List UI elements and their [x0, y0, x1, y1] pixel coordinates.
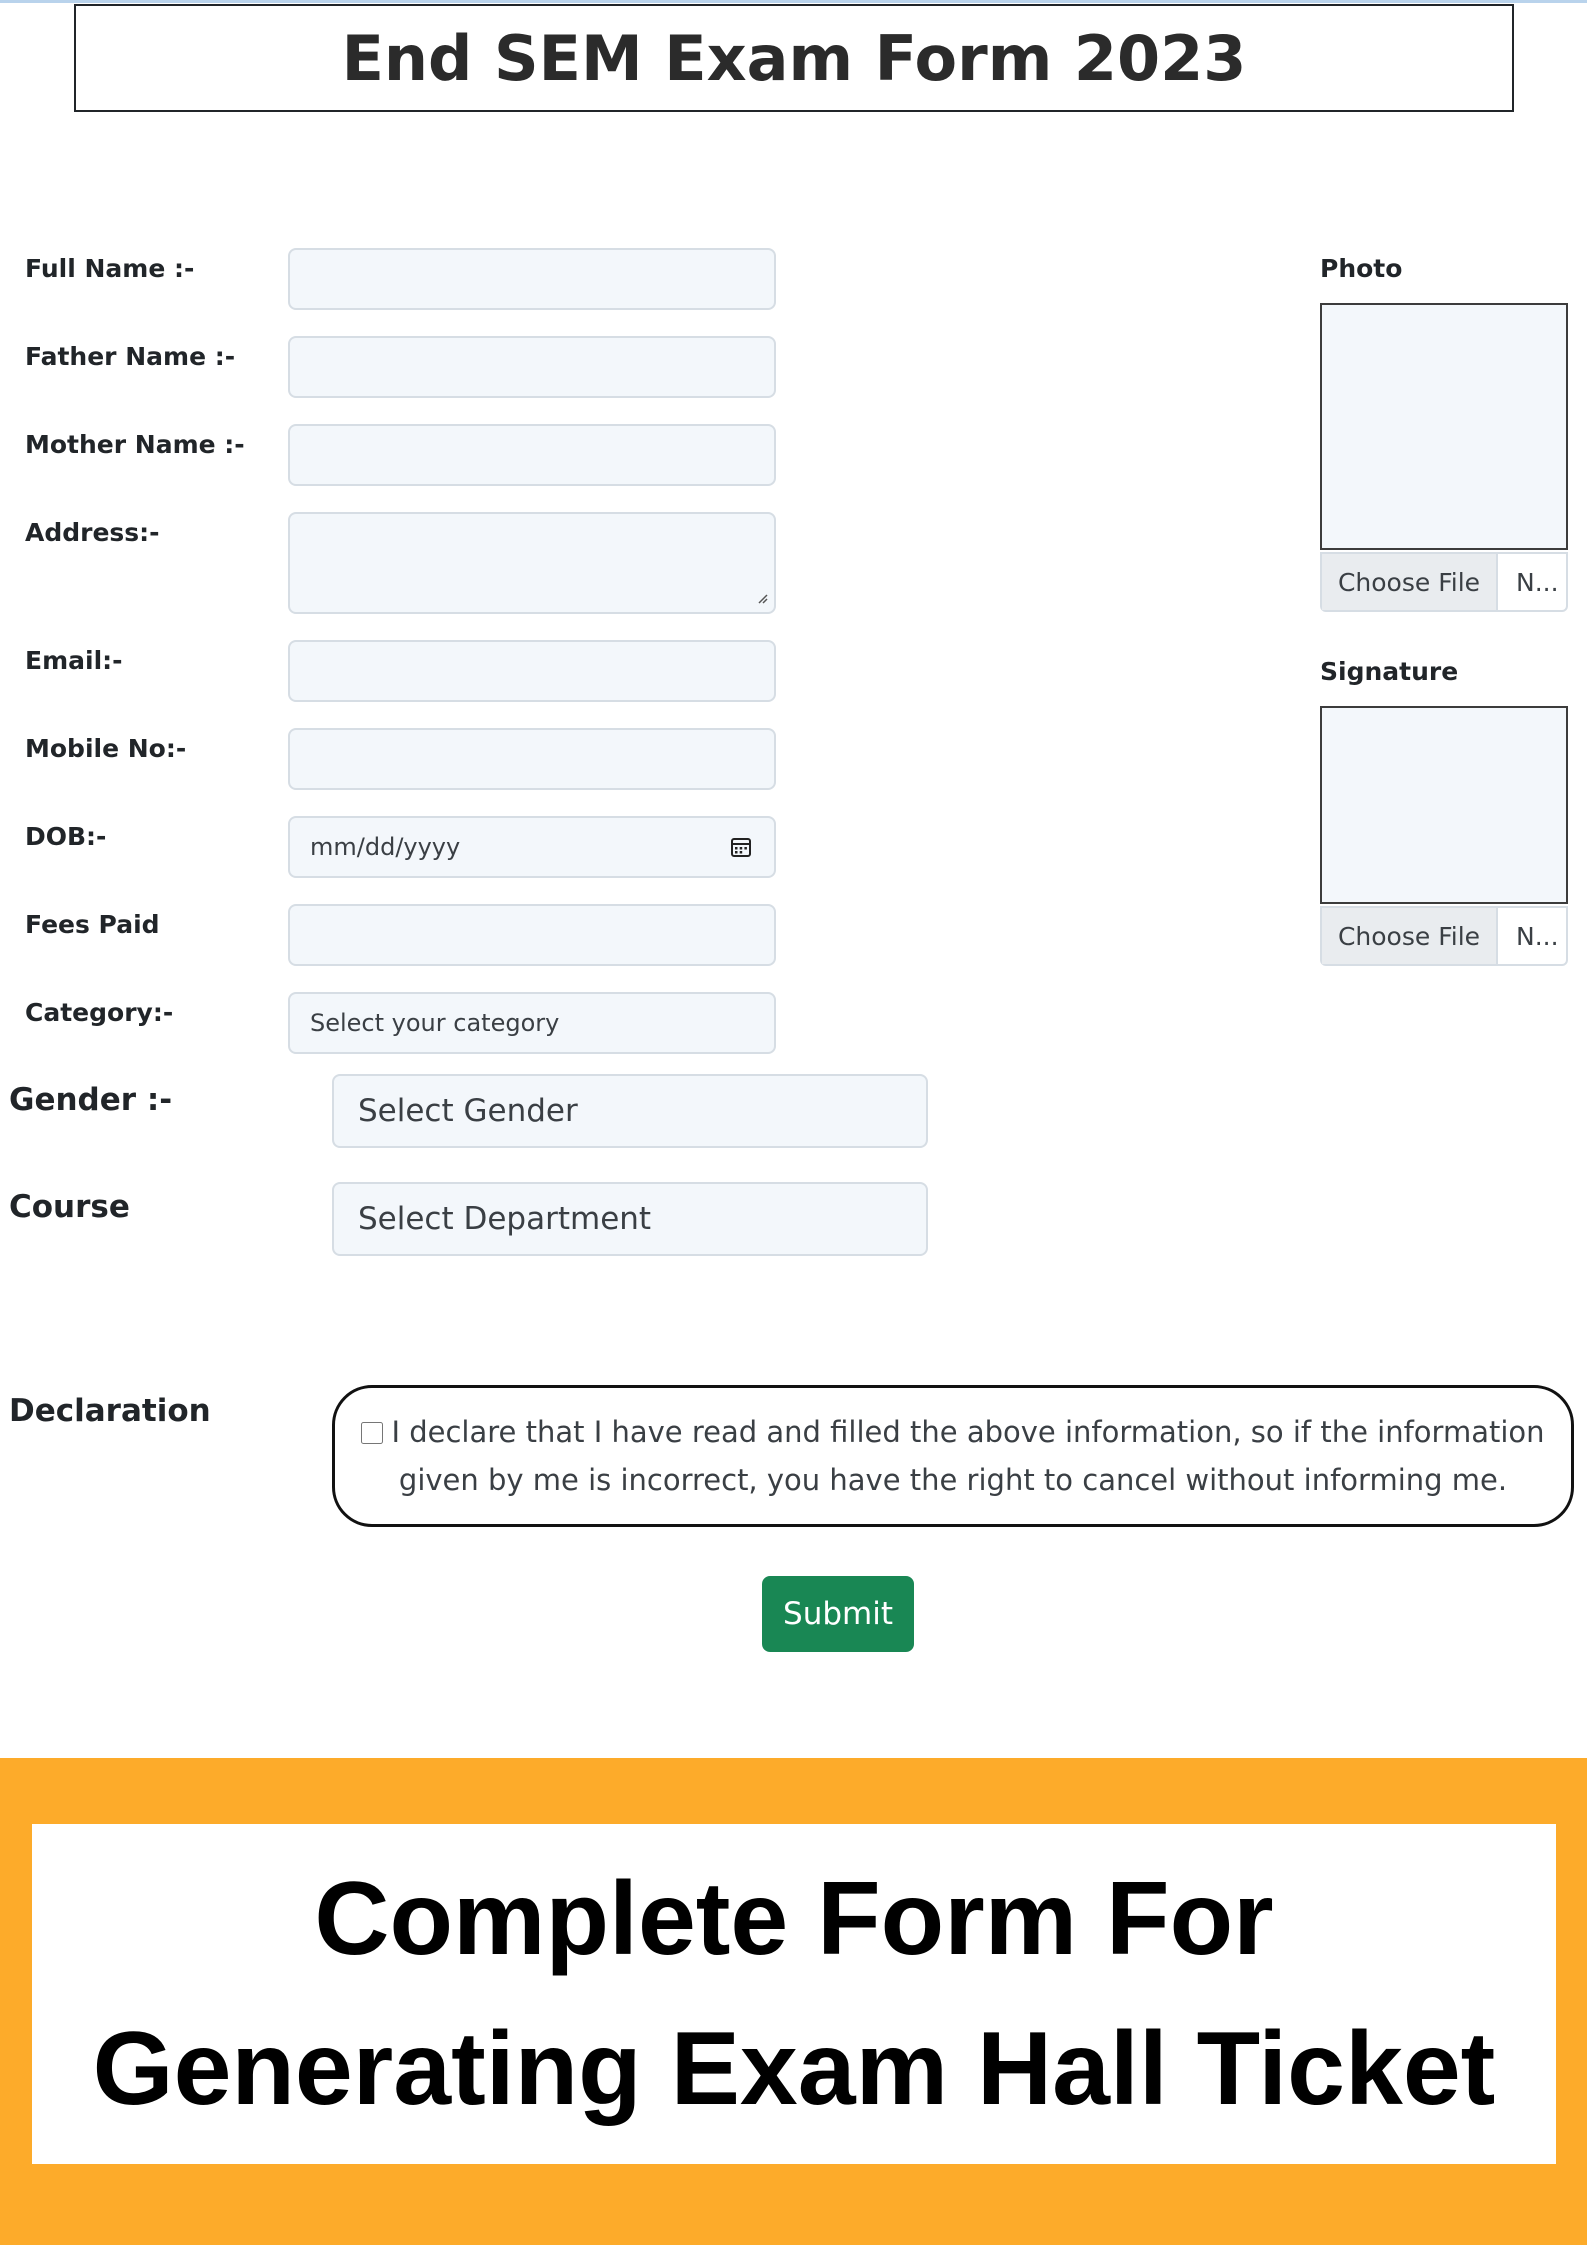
email-input[interactable]	[288, 640, 776, 702]
declaration-box: I declare that I have read and filled th…	[332, 1385, 1574, 1527]
photo-label: Photo	[1320, 254, 1403, 283]
address-textarea[interactable]	[288, 512, 776, 614]
gender-label: Gender :-	[9, 1082, 173, 1118]
photo-file-name: N...	[1516, 567, 1559, 597]
signature-choose-file-button[interactable]: Choose File	[1322, 908, 1498, 964]
photo-choose-file-button[interactable]: Choose File	[1322, 554, 1498, 610]
father-name-label: Father Name :-	[25, 342, 236, 371]
mobile-label: Mobile No:-	[25, 734, 187, 763]
category-select[interactable]: Select your category	[288, 992, 776, 1054]
full-name-input[interactable]	[288, 248, 776, 310]
page-title: End SEM Exam Form 2023	[341, 21, 1247, 95]
dob-input[interactable]: mm/dd/yyyy	[288, 816, 776, 878]
email-label: Email:-	[25, 646, 123, 675]
banner-line-1: Complete Form For	[314, 1861, 1274, 1977]
category-selected-value: Select your category	[310, 1009, 560, 1037]
dob-label: DOB:-	[25, 822, 107, 851]
fees-paid-label: Fees Paid	[25, 910, 160, 939]
declaration-checkbox[interactable]	[361, 1422, 384, 1444]
full-name-label: Full Name :-	[25, 254, 195, 283]
declaration-text: I declare that I have read and filled th…	[391, 1415, 1545, 1497]
banner-line-2: Generating Exam Hall Ticket	[92, 2011, 1496, 2127]
submit-button[interactable]: Submit	[762, 1576, 914, 1652]
gender-select[interactable]: Select Gender	[332, 1074, 928, 1148]
mother-name-input[interactable]	[288, 424, 776, 486]
resize-handle-icon[interactable]	[756, 592, 768, 608]
mother-name-label: Mother Name :-	[25, 430, 245, 459]
course-label: Course	[9, 1189, 130, 1225]
gender-selected-value: Select Gender	[358, 1093, 578, 1129]
promo-banner: Complete Form For Generating Exam Hall T…	[0, 1758, 1587, 2245]
father-name-input[interactable]	[288, 336, 776, 398]
course-select[interactable]: Select Department	[332, 1182, 928, 1256]
page-title-box: End SEM Exam Form 2023	[74, 4, 1514, 112]
signature-file-name: N...	[1516, 921, 1559, 951]
dob-placeholder: mm/dd/yyyy	[310, 833, 461, 861]
category-label: Category:-	[25, 998, 174, 1027]
course-selected-value: Select Department	[358, 1201, 652, 1237]
fees-paid-input[interactable]	[288, 904, 776, 966]
promo-banner-inner: Complete Form For Generating Exam Hall T…	[32, 1824, 1556, 2164]
declaration-label: Declaration	[9, 1393, 211, 1429]
calendar-icon[interactable]	[730, 836, 752, 858]
photo-file-input[interactable]: Choose File N...	[1320, 552, 1568, 612]
photo-preview	[1320, 303, 1568, 550]
mobile-input[interactable]	[288, 728, 776, 790]
signature-file-input[interactable]: Choose File N...	[1320, 906, 1568, 966]
signature-preview	[1320, 706, 1568, 904]
signature-label: Signature	[1320, 657, 1459, 686]
address-label: Address:-	[25, 518, 160, 547]
top-accent-line	[0, 0, 1587, 3]
